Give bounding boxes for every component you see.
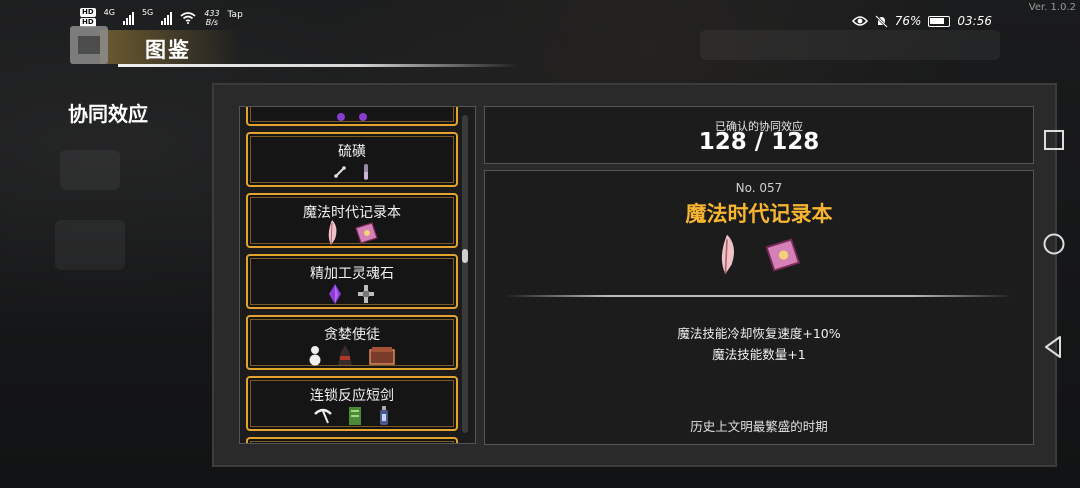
clock: 03:56: [957, 14, 992, 28]
purple-gem-icon: [359, 113, 367, 121]
pickaxe-icon: [314, 408, 332, 424]
list-item-label: 硫磺: [338, 144, 366, 160]
tap-label: Tap: [227, 9, 243, 20]
synergy-list[interactable]: 硫磺 魔法时代记录本 精加工灵魂石 贪婪使徒 连锁反应短剑: [239, 106, 476, 444]
synergy-title: 魔法时代记录本: [685, 202, 833, 226]
synergy-flavor-text: 历史上文明最繁盛的时期: [690, 419, 828, 434]
treasure-chest-icon: [369, 347, 395, 365]
mute-bell-icon: [874, 14, 888, 28]
synergy-count-value: 128 / 128: [698, 129, 820, 155]
battery-percent: 76%: [894, 14, 922, 28]
battery-icon: [928, 15, 951, 27]
feather-icon: [328, 220, 337, 246]
recent-apps-button[interactable]: [1040, 126, 1068, 154]
purple-gem-icon: [329, 284, 341, 304]
list-item[interactable]: 精加工灵魂石: [246, 254, 458, 309]
eye-icon: [851, 16, 868, 26]
synergy-count-box: 已确认的协同效应 128 / 128: [484, 106, 1034, 164]
synergy-item-icons: [485, 233, 1033, 277]
network-type: 4G: [103, 8, 115, 17]
list-item-label: 魔法时代记录本: [303, 205, 401, 221]
synergy-detail: No. 057 魔法时代记录本 魔法技能冷却恢复速度+10% 魔法技能数量+1 …: [484, 170, 1034, 445]
effect-line: 魔法技能冷却恢复速度+10%: [677, 326, 841, 341]
spellbook-icon: [355, 222, 378, 244]
background-blur-shape: [60, 150, 120, 190]
wifi-icon: [180, 12, 196, 24]
scrollbar-thumb[interactable]: [462, 249, 468, 263]
version-label: Ver. 1.0.2: [1028, 2, 1076, 13]
list-scrollbar[interactable]: [462, 115, 468, 433]
status-bar: HD HD 4G 5G 433 B/s Tap 76% 03:56: [0, 0, 1080, 34]
list-item[interactable]: [246, 107, 458, 126]
feather-icon: [721, 234, 734, 274]
lantern-icon: [380, 406, 388, 425]
network-type: 5G: [141, 8, 154, 17]
list-item-label: 连锁反应短剑: [310, 388, 394, 404]
list-item[interactable]: 贪婪使徒: [246, 315, 458, 370]
home-button[interactable]: [1040, 230, 1068, 258]
green-scroll-icon: [349, 407, 361, 425]
list-item[interactable]: 硫磺: [246, 132, 458, 187]
vial-icon: [364, 164, 368, 180]
back-nav-button[interactable]: [1040, 333, 1068, 361]
spellbook-icon: [765, 238, 801, 272]
background-blur-shape: [55, 220, 125, 270]
signal-icon: [122, 11, 134, 25]
dark-figure-icon: [338, 345, 352, 365]
list-item[interactable]: 魔法时代记录本: [246, 193, 458, 248]
purple-gem-icon: [337, 113, 345, 121]
back-button[interactable]: [70, 26, 108, 64]
section-title: 协同效应: [68, 102, 148, 126]
hd-badge: HD: [80, 8, 96, 17]
network-speed: 433 B/s: [204, 8, 220, 27]
list-item[interactable]: [246, 437, 458, 443]
effect-line: 魔法技能数量+1: [712, 347, 806, 362]
background-blur-shape: [700, 30, 1000, 60]
header-underline: [118, 64, 518, 67]
cross-relic-icon: [358, 285, 374, 303]
synergy-number: No. 057: [735, 181, 783, 195]
snowman-icon: [309, 346, 321, 366]
synergy-effects: 魔法技能冷却恢复速度+10% 魔法技能数量+1: [485, 323, 1033, 365]
list-item[interactable]: 连锁反应短剑: [246, 376, 458, 431]
signal-icon: [161, 11, 173, 25]
detail-divider: [505, 295, 1013, 297]
page-title: 图鉴: [145, 38, 191, 62]
list-item-label: 精加工灵魂石: [310, 266, 394, 282]
list-item-label: 贪婪使徒: [324, 327, 380, 343]
bone-icon: [334, 166, 346, 178]
